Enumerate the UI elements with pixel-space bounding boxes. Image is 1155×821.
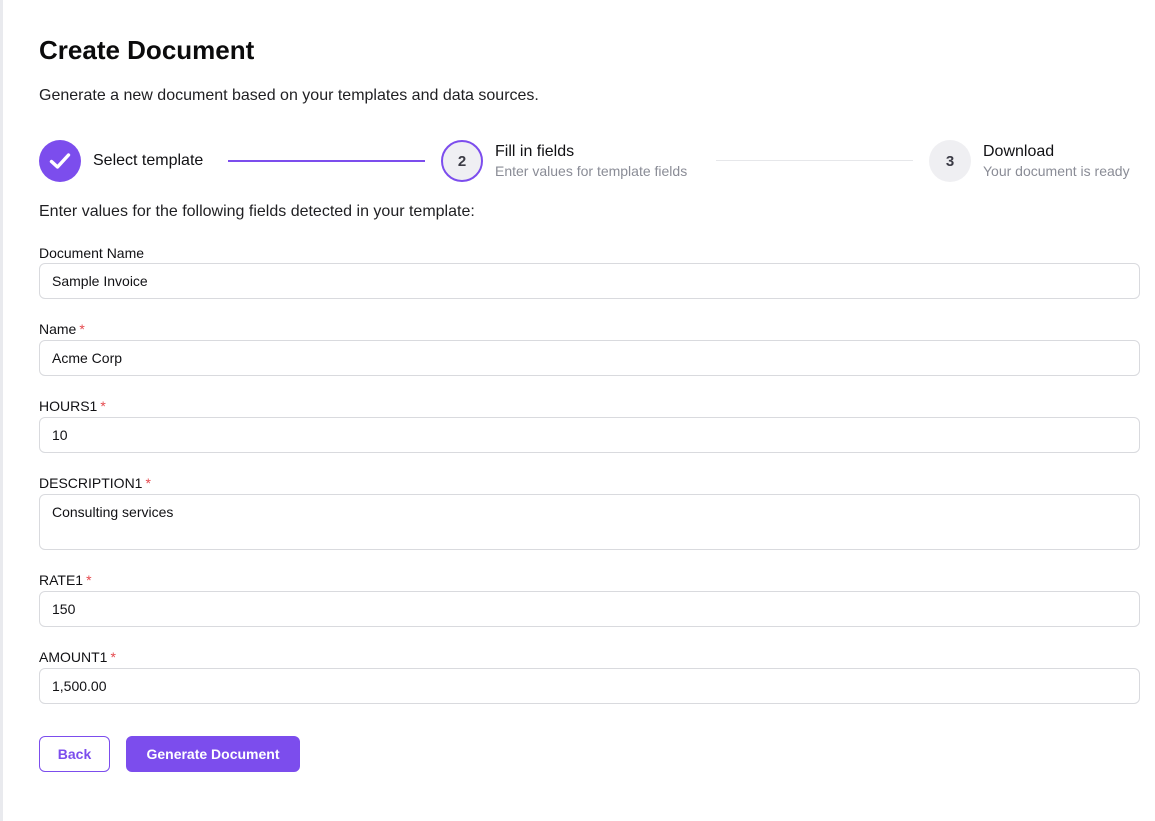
step-label: Download — [983, 143, 1055, 160]
required-marker: * — [86, 572, 92, 588]
amount1-input[interactable] — [39, 668, 1140, 704]
step-select-template[interactable]: Select template — [39, 140, 203, 182]
required-marker: * — [79, 321, 85, 337]
rate1-input[interactable] — [39, 591, 1140, 627]
field-label: Document Name — [39, 245, 145, 261]
form-actions: Back Generate Document — [39, 736, 300, 772]
name-input[interactable] — [39, 340, 1140, 376]
field-label: RATE1 * — [39, 572, 92, 588]
step-label: Fill in fields — [495, 143, 575, 160]
back-button[interactable]: Back — [39, 736, 110, 772]
field-label: DESCRIPTION1 * — [39, 475, 151, 491]
step-download[interactable]: 3 Download Your document is ready — [929, 140, 1130, 182]
step-description: Enter values for template fields — [495, 163, 688, 179]
generate-document-button[interactable]: Generate Document — [126, 736, 300, 772]
step-label: Select template — [93, 152, 204, 169]
description1-textarea[interactable]: Consulting services — [39, 494, 1140, 550]
app-frame: Create Document Generate a new document … — [0, 0, 1155, 821]
step-description: Your document is ready — [983, 163, 1130, 179]
document-name-input[interactable] — [39, 263, 1140, 299]
field-amount1: AMOUNT1 * — [39, 648, 1140, 704]
field-hours1: HOURS1 * — [39, 397, 1140, 453]
step-number-circle: 2 — [441, 140, 483, 182]
step-fill-in-fields[interactable]: 2 Fill in fields Enter values for templa… — [441, 140, 687, 182]
form-intro: Enter values for the following fields de… — [39, 203, 475, 220]
field-label: Name * — [39, 321, 85, 337]
step-completed-circle — [39, 140, 81, 182]
page-subtitle: Generate a new document based on your te… — [39, 87, 539, 104]
page-title: Create Document — [39, 35, 255, 65]
field-label: AMOUNT1 * — [39, 649, 116, 665]
step-connector-upcoming — [716, 160, 913, 161]
field-label: HOURS1 * — [39, 398, 106, 414]
step-connector-completed — [228, 160, 425, 162]
required-marker: * — [100, 398, 106, 414]
progress-stepper: Select template 2 Fill in fields Enter v… — [39, 140, 1140, 182]
checkmark-icon — [49, 153, 71, 169]
field-document-name: Document Name — [39, 244, 1140, 299]
step-number-circle: 3 — [929, 140, 971, 182]
required-marker: * — [145, 475, 151, 491]
required-marker: * — [110, 649, 116, 665]
hours1-input[interactable] — [39, 417, 1140, 453]
field-description1: DESCRIPTION1 * Consulting services — [39, 474, 1140, 550]
field-rate1: RATE1 * — [39, 571, 1140, 627]
field-name: Name * — [39, 320, 1140, 376]
